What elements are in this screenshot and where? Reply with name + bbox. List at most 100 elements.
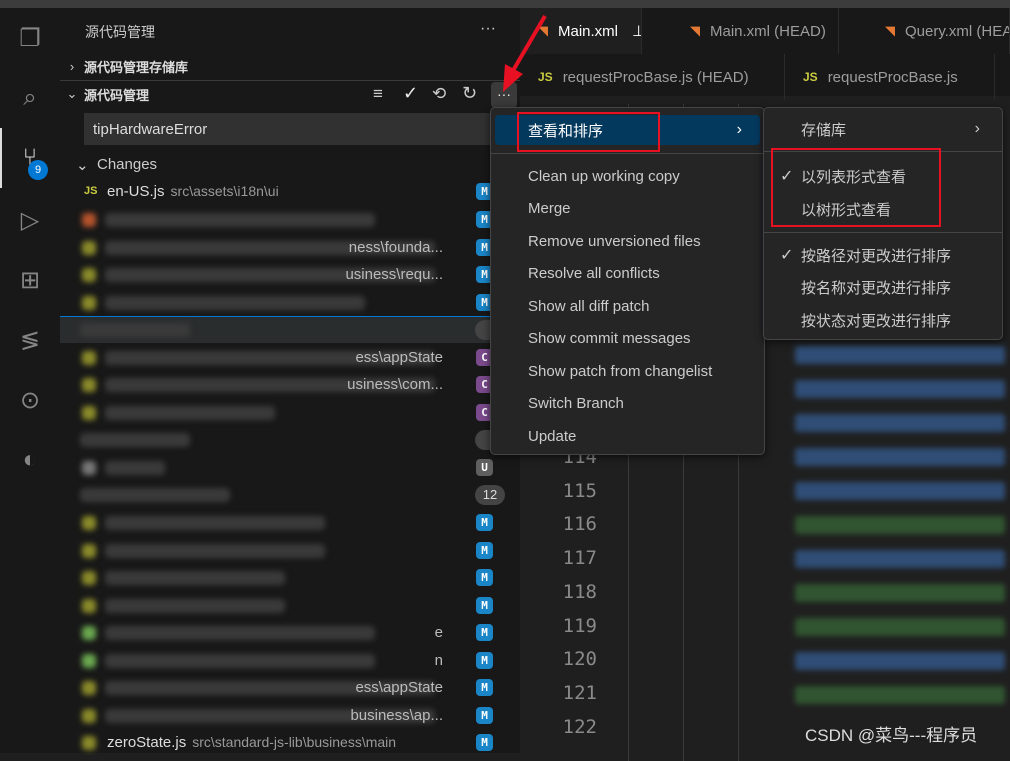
commit-message-input[interactable]: tipHardwareError xyxy=(84,113,494,145)
git-graph-icon[interactable]: ⊙ xyxy=(14,384,46,416)
extensions-icon[interactable]: ⊞ xyxy=(14,264,46,296)
redacted-file-name xyxy=(105,625,375,640)
file-row[interactable]: C xyxy=(60,399,520,426)
file-row[interactable]: ness\founda... M xyxy=(60,234,520,261)
tab-label: requestProcBase.js xyxy=(827,68,958,86)
chevron-down-icon: ⌄ xyxy=(66,86,78,101)
file-icon xyxy=(82,405,96,420)
menu-item-show-all-diff-patch[interactable]: Show all diff patch xyxy=(495,291,760,321)
menu-item-label: Show all diff patch xyxy=(528,297,650,315)
submenu-item-sort-path[interactable]: ✓ 按路径对更改进行排序 xyxy=(768,240,998,270)
pin-icon[interactable]: ⊥ xyxy=(632,22,641,40)
file-path-fragment: usiness\requ... xyxy=(345,266,443,283)
file-path-fragment: e xyxy=(434,624,443,641)
refresh-icon[interactable]: ↻ xyxy=(462,83,477,104)
search-icon[interactable]: ⌕ xyxy=(14,82,46,114)
file-icon xyxy=(82,570,96,585)
group-header[interactable] xyxy=(60,426,520,453)
file-row[interactable]: business\ap... M xyxy=(60,702,520,729)
file-name: en-US.js src\assets\i18n\ui xyxy=(107,183,279,200)
file-row[interactable]: M xyxy=(60,509,520,536)
line-number: 118 xyxy=(562,580,597,603)
file-path-fragment: ness\founda... xyxy=(348,239,443,256)
js-file-icon: JS xyxy=(803,70,818,84)
run-debug-icon[interactable]: ▷ xyxy=(14,204,46,236)
menu-item-resolve-all-conflicts[interactable]: Resolve all conflicts xyxy=(495,259,760,289)
file-row[interactable]: usiness\requ... M xyxy=(60,261,520,288)
file-row[interactable]: ess\appState M xyxy=(60,674,520,701)
file-path-fragment: business\ap... xyxy=(350,707,443,724)
chevron-down-icon: ⌄ xyxy=(76,156,89,174)
file-row[interactable]: M xyxy=(60,206,520,233)
file-icon xyxy=(82,460,96,475)
menu-item-switch-branch[interactable]: Switch Branch xyxy=(495,389,760,419)
menu-item-show-patch-from-changelist[interactable]: Show patch from changelist xyxy=(495,356,760,386)
file-row[interactable]: M xyxy=(60,592,520,619)
file-path-fragment: ess\appState xyxy=(355,349,443,366)
redacted-code-line xyxy=(795,482,1005,500)
file-row[interactable]: usiness\com... C xyxy=(60,371,520,398)
file-name-text: zeroState.js xyxy=(107,734,187,751)
file-row[interactable]: JS en-US.js src\assets\i18n\ui M xyxy=(60,178,520,205)
menu-item-show-commit-messages[interactable]: Show commit messages xyxy=(495,324,760,354)
commit-check-icon[interactable]: ✓ xyxy=(403,83,418,104)
submenu-item-repositories[interactable]: 存储库 › xyxy=(768,114,998,144)
highlight-box xyxy=(517,112,660,152)
more-actions-icon[interactable]: ··· xyxy=(480,20,496,38)
file-icon xyxy=(82,680,96,695)
context-menu: 查看和排序 › Clean up working copy Merge Remove … xyxy=(490,107,765,455)
submenu-item-sort-name[interactable]: 按名称对更改进行排序 xyxy=(768,272,998,302)
menu-item-label: Update xyxy=(528,427,577,445)
repos-section-title: 源代码管理存储库 xyxy=(84,59,189,75)
group-header[interactable] xyxy=(60,316,520,343)
menu-item-update[interactable]: Update xyxy=(495,421,760,451)
scm-section-header[interactable]: ⌄ 源代码管理 xyxy=(60,80,520,108)
tab-requestprocbase[interactable]: JS requestProcBase.js xyxy=(785,54,995,100)
group-header[interactable]: 12 xyxy=(60,481,520,508)
redacted-file-name xyxy=(105,543,325,558)
menu-item-clean-up-working-copy[interactable]: Clean up working copy xyxy=(495,161,760,191)
file-icon xyxy=(82,295,96,310)
file-icon xyxy=(82,350,96,365)
tab-label: Main.xml (HEAD) xyxy=(710,22,826,40)
file-row[interactable]: M xyxy=(60,564,520,591)
file-row[interactable]: M xyxy=(60,289,520,316)
chevron-right-icon: › xyxy=(736,121,742,138)
file-row[interactable]: M xyxy=(60,537,520,564)
file-row[interactable]: U xyxy=(60,454,520,481)
chevron-right-icon: › xyxy=(69,58,75,74)
changes-group-header[interactable]: ⌄ Changes xyxy=(60,151,520,178)
menu-item-merge[interactable]: Merge xyxy=(495,194,760,224)
scm-sidebar: 源代码管理 ··· › 源代码管理存储库 ⌄ 源代码管理 ≡ ✓ ⟲ ↻ ··· t… xyxy=(60,8,520,753)
svn-icon[interactable]: ≶ xyxy=(14,324,46,356)
files-icon[interactable]: ❐ xyxy=(14,22,46,54)
active-indicator xyxy=(0,128,2,188)
menu-item-label: Show patch from changelist xyxy=(528,362,713,380)
menu-separator xyxy=(764,232,1002,233)
redacted-code-line xyxy=(795,346,1005,364)
redacted-group-label xyxy=(80,487,230,502)
line-number: 120 xyxy=(562,648,597,671)
watermark: CSDN @菜鸟---程序员 xyxy=(805,726,978,745)
tab-label: requestProcBase.js (HEAD) xyxy=(562,68,749,86)
repos-section-header[interactable]: › 源代码管理存储库 xyxy=(60,52,520,80)
tab-main-xml-head[interactable]: ◥ Main.xml (HEAD) xyxy=(642,8,839,54)
file-row[interactable]: nM xyxy=(60,647,520,674)
unversioned-badge: U xyxy=(476,459,493,476)
file-row[interactable]: ess\appState C xyxy=(60,344,520,371)
file-row[interactable]: zeroState.js src\standard-js-lib\business… xyxy=(60,729,520,756)
revert-icon[interactable]: ⟲ xyxy=(432,84,446,104)
menu-item-label: Show commit messages xyxy=(528,330,691,347)
menu-item-remove-unversioned-files[interactable]: Remove unversioned files xyxy=(495,226,760,256)
tab-query-xml-head[interactable]: ◥ Query.xml (HEAD) xyxy=(839,8,1010,54)
submenu-item-sort-status[interactable]: 按状态对更改进行排序 xyxy=(768,305,998,335)
scm-count-badge: 9 xyxy=(28,160,48,180)
file-path: src\standard-js-lib\business\main xyxy=(192,734,397,750)
file-row[interactable]: eM xyxy=(60,619,520,646)
redacted-file-name xyxy=(105,653,375,668)
menu-item-label: Clean up working copy xyxy=(528,167,680,185)
edge-icon[interactable]: ◐ xyxy=(14,444,46,476)
view-as-list-icon[interactable]: ≡ xyxy=(373,84,383,104)
redacted-code-line xyxy=(795,414,1005,432)
tab-requestprocbase-head[interactable]: JS requestProcBase.js (HEAD) xyxy=(520,54,785,100)
